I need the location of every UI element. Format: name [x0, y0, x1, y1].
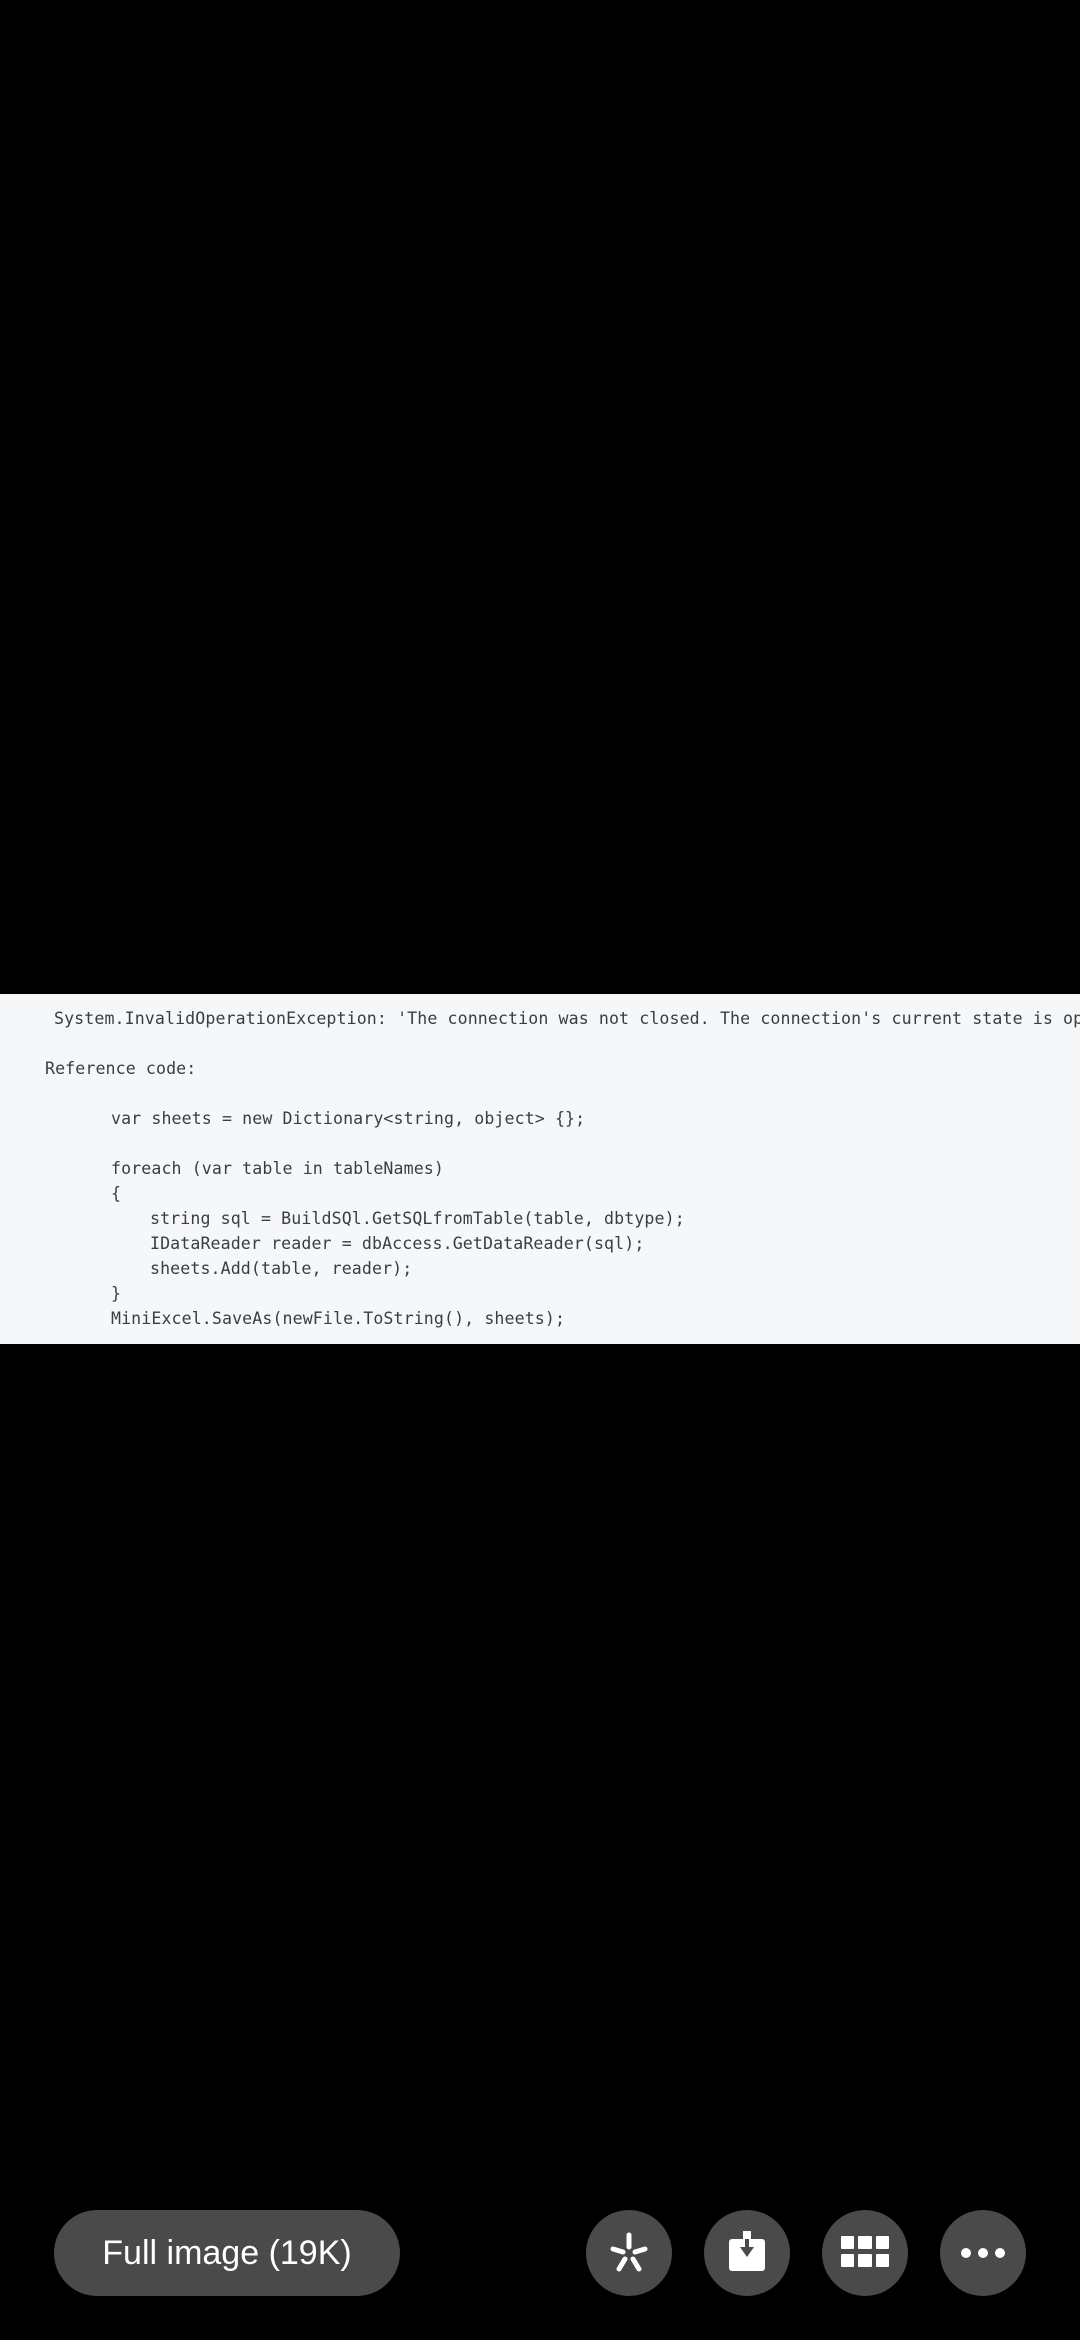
code-line-add: sheets.Add(table, reader);	[150, 1259, 413, 1278]
code-line-open-brace: {	[111, 1184, 122, 1203]
bottom-toolbar: Full image (19K)	[0, 2200, 1080, 2300]
more-dots-icon	[961, 2248, 1005, 2258]
download-button[interactable]	[704, 2210, 790, 2296]
lens-button[interactable]	[586, 2210, 672, 2296]
code-line-sheets: var sheets = new Dictionary<string, obje…	[111, 1109, 586, 1128]
exception-line: System.InvalidOperationException: 'The c…	[54, 1009, 1080, 1028]
code-line-sql: string sql = BuildSQl.GetSQLfromTable(ta…	[150, 1209, 685, 1228]
grid-button[interactable]	[822, 2210, 908, 2296]
reference-label-line: Reference code:	[45, 1059, 197, 1078]
code-screenshot-image[interactable]: System.InvalidOperationException: 'The c…	[0, 994, 1080, 1344]
grid-icon	[841, 2236, 889, 2267]
code-line-reader: IDataReader reader = dbAccess.GetDataRea…	[150, 1234, 645, 1253]
full-image-button[interactable]: Full image (19K)	[54, 2210, 400, 2296]
code-line-foreach: foreach (var table in tableNames)	[111, 1159, 444, 1178]
more-button[interactable]	[940, 2210, 1026, 2296]
image-viewer: System.InvalidOperationException: 'The c…	[0, 0, 1080, 2340]
code-line-saveas: MiniExcel.SaveAs(newFile.ToString(), she…	[111, 1309, 566, 1328]
code-line-close-brace: }	[111, 1284, 122, 1303]
lens-sparkle-icon	[610, 2232, 648, 2272]
download-icon	[729, 2231, 765, 2271]
